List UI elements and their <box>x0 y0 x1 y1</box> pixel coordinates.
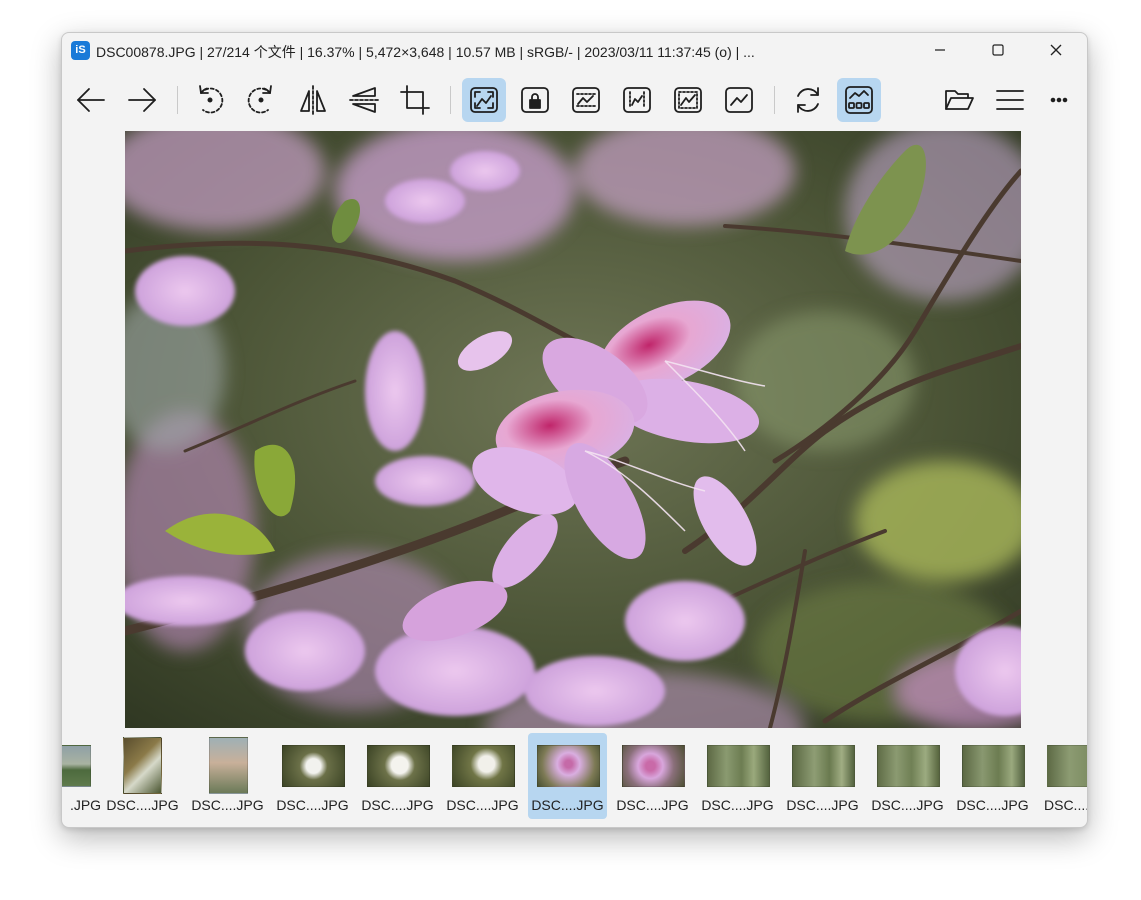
thumbnail-image <box>209 737 248 794</box>
original-size-icon <box>725 87 753 113</box>
fill-window-button[interactable] <box>666 78 710 122</box>
thumbnail-image <box>792 745 855 787</box>
thumbnail-item[interactable]: DSC....JPG <box>868 733 947 819</box>
thumbnail-image <box>877 745 940 787</box>
thumbnail-image <box>1047 745 1087 787</box>
crop-button[interactable] <box>393 78 437 122</box>
refresh-button[interactable] <box>786 78 830 122</box>
rotate-right-button[interactable] <box>239 78 283 122</box>
thumbnail-image <box>62 745 91 787</box>
lock-zoom-button[interactable] <box>513 78 557 122</box>
flip-horizontal-button[interactable] <box>291 78 335 122</box>
thumbnail-label: DSC....JPG <box>956 797 1029 813</box>
thumbnail-label: DSC....JPG <box>701 797 774 813</box>
fit-width-icon <box>572 87 600 113</box>
thumbnail-label: DSC....JPG <box>361 797 434 813</box>
fill-window-icon <box>674 87 702 113</box>
previous-button[interactable] <box>69 78 113 122</box>
more-icon <box>1050 97 1068 103</box>
thumbnail-item[interactable]: DSC....JPG <box>103 733 182 819</box>
auto-fit-icon <box>470 87 498 113</box>
arrow-right-icon <box>128 88 156 112</box>
thumbnail-label: DSC....JPG <box>191 797 264 813</box>
thumbnail-label: DSC....JPG <box>616 797 689 813</box>
thumbnail-image <box>537 745 600 787</box>
thumbnail-image <box>123 737 162 794</box>
next-button[interactable] <box>120 78 164 122</box>
thumbnail-item[interactable]: DSC....JPG <box>443 733 522 819</box>
main-image-viewer[interactable] <box>125 131 1021 728</box>
main-image <box>125 131 1021 728</box>
thumbnail-label: DSC....JPG <box>446 797 519 813</box>
open-folder-button[interactable] <box>937 78 981 122</box>
thumbnail-item[interactable]: DSC....JPG <box>358 733 437 819</box>
close-button[interactable] <box>1027 33 1085 67</box>
thumbnail-item[interactable]: DSC....JPG <box>273 733 352 819</box>
thumbnail-label: DSC....JPG <box>531 797 604 813</box>
thumbnail-item[interactable]: DSC....JPG <box>953 733 1032 819</box>
image-viewer-window: iS DSC00878.JPG | 27/214 个文件 | 16.37% | … <box>61 32 1088 828</box>
maximize-icon <box>992 44 1004 56</box>
maximize-button[interactable] <box>969 33 1027 67</box>
rotate-left-icon <box>199 85 224 114</box>
fit-height-icon <box>623 87 651 113</box>
thumbnail-label: DSC....JPG <box>276 797 349 813</box>
thumbnail-bar-button[interactable] <box>837 78 881 122</box>
thumbnail-label: DSC.... <box>1044 797 1087 813</box>
thumbnail-strip: .JPG DSC....JPG DSC....JPG DSC....JPG DS… <box>62 733 1087 823</box>
thumbnail-label: DSC....JPG <box>786 797 859 813</box>
thumbnail-label: DSC....JPG <box>871 797 944 813</box>
thumbnail-label: DSC....JPG <box>106 797 179 813</box>
toolbar-separator <box>450 86 451 114</box>
fit-width-button[interactable] <box>564 78 608 122</box>
thumbnail-bar-icon <box>845 86 873 114</box>
minimize-icon <box>935 49 945 51</box>
thumbnail-image <box>707 745 770 787</box>
thumbnail-item[interactable]: DSC....JPG <box>783 733 862 819</box>
main-menu-button[interactable] <box>988 78 1032 122</box>
app-icon: iS <box>71 41 90 60</box>
thumbnail-item-selected[interactable]: DSC....JPG <box>528 733 607 819</box>
refresh-icon <box>797 87 819 113</box>
flip-vertical-button[interactable] <box>342 78 386 122</box>
minimize-button[interactable] <box>911 33 969 67</box>
flip-vertical-icon <box>349 87 379 113</box>
fit-height-button[interactable] <box>615 78 659 122</box>
title-bar: iS DSC00878.JPG | 27/214 个文件 | 16.37% | … <box>62 33 1087 67</box>
thumbnail-image <box>962 745 1025 787</box>
thumbnail-item[interactable]: DSC....JPG <box>698 733 777 819</box>
arrow-left-icon <box>77 88 105 112</box>
rotate-left-button[interactable] <box>188 78 232 122</box>
lock-zoom-icon <box>521 87 549 113</box>
thumbnail-item[interactable]: DSC....JPG <box>613 733 692 819</box>
toolbar-separator <box>774 86 775 114</box>
thumbnail-image <box>282 745 345 787</box>
original-size-button[interactable] <box>717 78 761 122</box>
auto-fit-button[interactable] <box>462 78 506 122</box>
close-icon <box>1050 44 1062 56</box>
thumbnail-image <box>622 745 685 787</box>
open-folder-icon <box>945 90 974 110</box>
main-menu-icon <box>996 90 1024 110</box>
thumbnail-image <box>367 745 430 787</box>
toolbar-separator <box>177 86 178 114</box>
more-button[interactable] <box>1037 78 1081 122</box>
thumbnail-item[interactable]: DSC.... <box>1038 733 1087 819</box>
rotate-right-icon <box>247 85 272 114</box>
thumbnail-image <box>452 745 515 787</box>
thumbnail-item[interactable]: DSC....JPG <box>188 733 267 819</box>
crop-icon <box>400 85 430 115</box>
flip-horizontal-icon <box>300 85 326 115</box>
window-title: DSC00878.JPG | 27/214 个文件 | 16.37% | 5,4… <box>96 44 755 60</box>
toolbar <box>62 76 1087 124</box>
